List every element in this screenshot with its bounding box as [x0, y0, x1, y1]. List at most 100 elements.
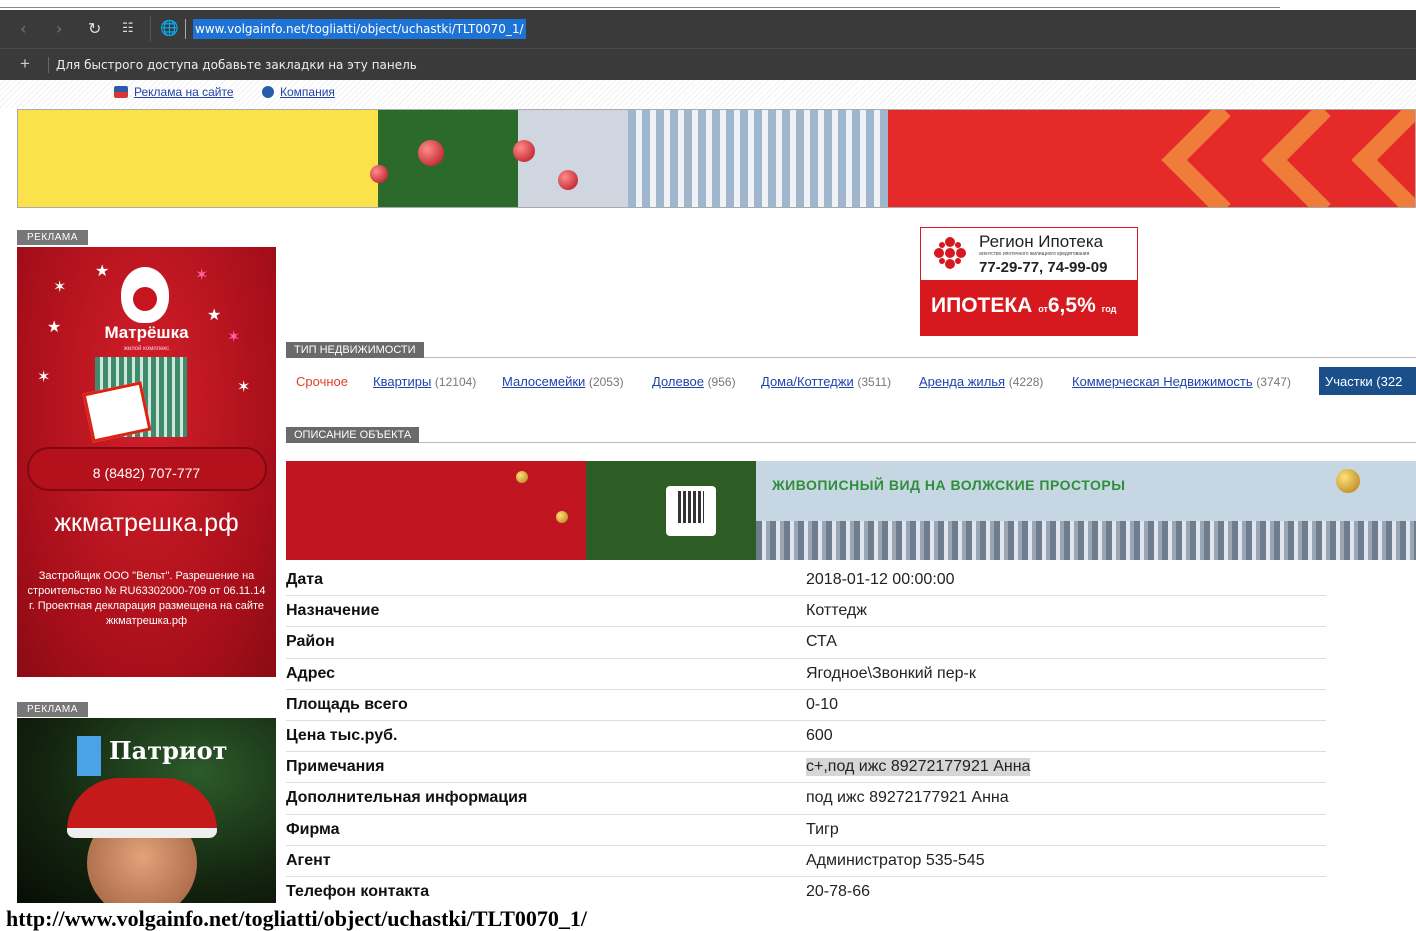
row-value: СТА	[806, 633, 837, 651]
table-row: Дата 2018-01-12 00:00:00	[286, 565, 1326, 597]
divider	[48, 57, 49, 73]
ad-site: жкматрешка.рф	[54, 509, 239, 537]
offer-label: ИПОТЕКА	[931, 294, 1033, 317]
row-value: 20-78-66	[806, 882, 871, 900]
santa-hat-image	[67, 778, 217, 838]
top-banner-ad[interactable]	[17, 109, 1416, 208]
table-row: Фирма Тигр	[286, 815, 1326, 846]
patriot-ad[interactable]: Патриот	[17, 718, 276, 903]
row-value: Ягодное\Звонкий пер-к	[806, 664, 976, 682]
speed-dial-icon[interactable]: ☷	[122, 21, 134, 36]
section-description: Описание объекта	[286, 425, 1416, 443]
tab-count: (956)	[707, 375, 736, 389]
chevron-decor	[1351, 110, 1415, 207]
tab-small-family[interactable]: Малосемейки (2053)	[502, 374, 624, 389]
table-row: Площадь всего 0-10	[286, 690, 1326, 721]
star-decor: ✶	[53, 279, 67, 296]
row-value: Тигр	[806, 820, 839, 838]
tab-count: (12104)	[434, 375, 477, 389]
tab-label[interactable]: Долевое	[652, 374, 704, 389]
back-icon[interactable]: ‹	[20, 19, 26, 38]
tab-shared[interactable]: Долевое (956)	[652, 374, 736, 389]
reload-icon[interactable]: ↻	[88, 19, 101, 38]
forward-icon[interactable]: ›	[56, 19, 62, 38]
ad-subtitle: жилой комплекс	[123, 346, 170, 352]
tab-urgent[interactable]: Срочное	[296, 374, 348, 389]
panorama-banner-ad[interactable]: ЖИВОПИСНЫЙ ВИД НА ВОЛЖСКИЕ ПРОСТОРЫ	[286, 461, 1416, 560]
table-row: Район СТА	[286, 627, 1326, 659]
patriot-logo-icon	[77, 736, 101, 776]
ad-subtitle: агентство ипотечного жилищного кредитова…	[979, 251, 1090, 257]
ornament	[1336, 469, 1360, 493]
star-decor: ✶	[195, 267, 209, 284]
row-value: Коттедж	[806, 602, 867, 620]
company-link[interactable]: Компания	[262, 85, 335, 99]
divider	[150, 16, 151, 42]
divider	[185, 19, 186, 39]
url-input[interactable]: www.volgainfo.net/togliatti/object/uchas…	[193, 19, 526, 39]
category-tabs: Срочное Квартиры (12104) Малосемейки (20…	[286, 367, 1416, 397]
ads-on-site-link[interactable]: Реклама на сайте	[114, 85, 234, 99]
ornament	[513, 140, 535, 162]
tab-rent[interactable]: Аренда жилья (4228)	[919, 374, 1043, 389]
matryoshka-logo	[121, 267, 169, 323]
row-value-selected[interactable]: с+,под ижс 89272177921 Анна	[806, 758, 1031, 777]
ornament	[558, 170, 578, 190]
tab-label[interactable]: Аренда жилья	[919, 374, 1005, 389]
region-ipoteka-ad[interactable]: Регион Ипотека агентство ипотечного жили…	[920, 227, 1138, 336]
globe-icon[interactable]: 🌐	[160, 19, 179, 37]
tab-houses[interactable]: Дома/Коттеджи (3511)	[761, 374, 891, 389]
ornament	[418, 140, 444, 166]
banner-text: ЖИВОПИСНЫЙ ВИД НА ВОЛЖСКИЕ ПРОСТОРЫ	[772, 477, 1126, 493]
flower-logo-icon	[934, 237, 966, 269]
row-key: Адрес	[286, 664, 336, 682]
ornament	[370, 165, 388, 183]
tab-label: Участки	[1325, 374, 1373, 389]
ornament	[556, 511, 568, 523]
row-key: Дополнительная информация	[286, 789, 528, 807]
ad-label: РЕКЛАМА	[17, 702, 88, 717]
tab-apartments[interactable]: Квартиры (12104)	[373, 374, 476, 389]
row-key: Телефон контакта	[286, 882, 430, 900]
table-row: Адрес Ягодное\Звонкий пер-к	[286, 659, 1326, 690]
city-view-image	[756, 521, 1416, 560]
row-key: Район	[286, 633, 335, 651]
star-decor: ★	[95, 263, 110, 280]
ad-top: Регион Ипотека агентство ипотечного жили…	[921, 228, 1137, 280]
matryoshka-ad[interactable]: ★ ✶ ✶ ★ ★ ✶ ✶ ✶ Матрёшка жилой комплекс …	[17, 247, 276, 677]
building-image	[628, 110, 888, 207]
ad-phone: 8 (8482) 707-777	[92, 465, 201, 481]
ad-offer-text: ИПОТЕКА от6,5% год	[931, 294, 1116, 318]
row-key: Площадь всего	[286, 695, 408, 713]
ad-title: Регион Ипотека	[979, 232, 1104, 251]
ad-offer: ИПОТЕКА от6,5% год	[921, 280, 1137, 335]
row-key: Агент	[286, 851, 331, 869]
tab-label: Срочное	[296, 374, 348, 389]
tab-count: (3747)	[1256, 375, 1291, 389]
link-label: Компания	[280, 85, 335, 99]
caption-url: http://www.volgainfo.net/togliatti/objec…	[6, 906, 588, 931]
ad-label: РЕКЛАМА	[17, 230, 88, 245]
section-title: Тип недвижимости	[286, 342, 424, 358]
tab-label[interactable]: Коммерческая Недвижимость	[1072, 374, 1253, 389]
bookmarks-bar: + Для быстрого доступа добавьте закладки…	[0, 48, 1416, 80]
window-top-edge	[0, 0, 1280, 8]
link-label: Реклама на сайте	[134, 85, 234, 99]
tab-label[interactable]: Дома/Коттеджи	[761, 374, 854, 389]
tab-commercial[interactable]: Коммерческая Недвижимость (3747)	[1072, 374, 1291, 389]
row-key: Примечания	[286, 758, 385, 776]
site-top-links: Реклама на сайте Компания	[0, 80, 1416, 108]
table-row: Назначение Коттедж	[286, 596, 1326, 628]
ad-brand: Патриот	[109, 736, 228, 765]
row-value: Администратор 535-545	[806, 851, 985, 869]
star-decor: ✶	[37, 369, 51, 386]
company-icon	[262, 86, 274, 98]
tab-label[interactable]: Малосемейки	[502, 374, 585, 389]
tab-label[interactable]: Квартиры	[373, 374, 431, 389]
row-key: Фирма	[286, 820, 340, 838]
tab-count: (2053)	[588, 375, 624, 389]
plus-icon[interactable]: +	[20, 54, 30, 74]
tab-plots[interactable]: Участки (322	[1319, 367, 1416, 395]
row-key: Назначение	[286, 602, 380, 620]
ad-brand: Матрёшка	[104, 323, 189, 342]
